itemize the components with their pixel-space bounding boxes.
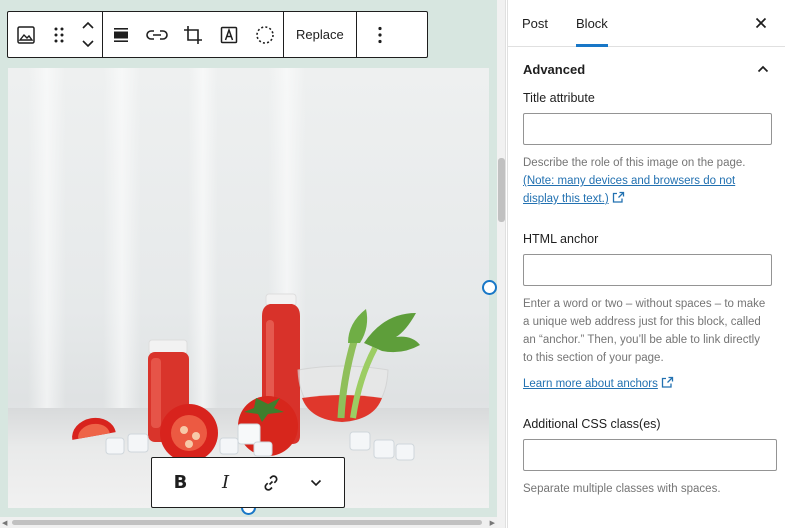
- options-group: [357, 12, 403, 57]
- move-down-icon[interactable]: [78, 37, 98, 51]
- block-mover: [74, 12, 102, 57]
- replace-button[interactable]: Replace: [284, 12, 356, 57]
- bold-icon[interactable]: B: [161, 463, 201, 503]
- sidebar-tabs: Post Block: [508, 0, 785, 47]
- resize-handle-right[interactable]: [482, 280, 497, 295]
- advanced-panel-toggle[interactable]: Advanced: [508, 47, 785, 91]
- caption-format-toolbar: B I: [151, 457, 345, 508]
- title-attribute-label: Title attribute: [523, 91, 595, 105]
- advanced-panel-body: Title attribute Describe the role of thi…: [508, 91, 785, 498]
- block-tools-group: [103, 12, 284, 57]
- image-block[interactable]: [8, 68, 489, 508]
- title-attribute-input[interactable]: [523, 113, 772, 145]
- html-anchor-help: Enter a word or two – without spaces – t…: [523, 298, 766, 364]
- image-block-icon[interactable]: [8, 12, 44, 57]
- tab-post[interactable]: Post: [508, 0, 562, 46]
- link-icon[interactable]: [139, 12, 175, 57]
- block-switcher-group: [8, 12, 103, 57]
- align-icon[interactable]: [103, 12, 139, 57]
- html-anchor-field: HTML anchor Enter a word or two – withou…: [523, 232, 772, 393]
- html-anchor-label: HTML anchor: [523, 232, 599, 246]
- html-anchor-learn-more: Learn more about anchors: [523, 375, 772, 393]
- tab-block[interactable]: Block: [562, 0, 622, 47]
- editor-canvas: Replace B I ◀ ▶: [0, 0, 497, 528]
- css-classes-input[interactable]: [523, 439, 777, 471]
- external-link-icon: [612, 191, 624, 203]
- title-attribute-help: Describe the role of this image on the p…: [523, 157, 746, 205]
- link-icon[interactable]: [251, 463, 291, 503]
- juice-photo: [72, 293, 420, 462]
- chevron-up-icon: [757, 65, 769, 73]
- learn-more-anchors-link[interactable]: Learn more about anchors: [523, 378, 658, 390]
- italic-icon[interactable]: I: [206, 463, 246, 503]
- replace-group: Replace: [284, 12, 357, 57]
- block-toolbar: Replace: [7, 11, 428, 58]
- drag-handle-icon[interactable]: [44, 12, 74, 57]
- scroll-left-icon[interactable]: ◀: [2, 519, 7, 527]
- more-options-icon[interactable]: [357, 12, 403, 57]
- css-classes-help: Separate multiple classes with spaces.: [523, 483, 721, 495]
- title-attribute-note-link[interactable]: (Note: many devices and browsers do not …: [523, 175, 735, 205]
- css-classes-field: Additional CSS class(es) Separate multip…: [523, 417, 777, 498]
- css-classes-label: Additional CSS class(es): [523, 417, 661, 431]
- more-formats-chevron-down-icon[interactable]: [296, 463, 336, 503]
- title-attribute-field: Title attribute Describe the role of thi…: [523, 91, 772, 208]
- duotone-filter-icon[interactable]: [247, 12, 283, 57]
- html-anchor-input[interactable]: [523, 254, 772, 286]
- vertical-scrollbar[interactable]: [497, 0, 506, 528]
- external-link-icon: [661, 376, 674, 388]
- panel-title: Advanced: [523, 61, 586, 77]
- settings-sidebar: Post Block Advanced Title attribute Desc…: [507, 0, 785, 528]
- scrollbar-thumb[interactable]: [498, 158, 505, 222]
- crop-icon[interactable]: [175, 12, 211, 57]
- move-up-icon[interactable]: [78, 19, 98, 33]
- horizontal-scrollbar[interactable]: ◀ ▶: [0, 517, 497, 528]
- close-icon[interactable]: [749, 11, 773, 35]
- text-overlay-icon[interactable]: [211, 12, 247, 57]
- scrollbar-thumb[interactable]: [12, 520, 482, 525]
- scroll-right-icon[interactable]: ▶: [490, 519, 495, 527]
